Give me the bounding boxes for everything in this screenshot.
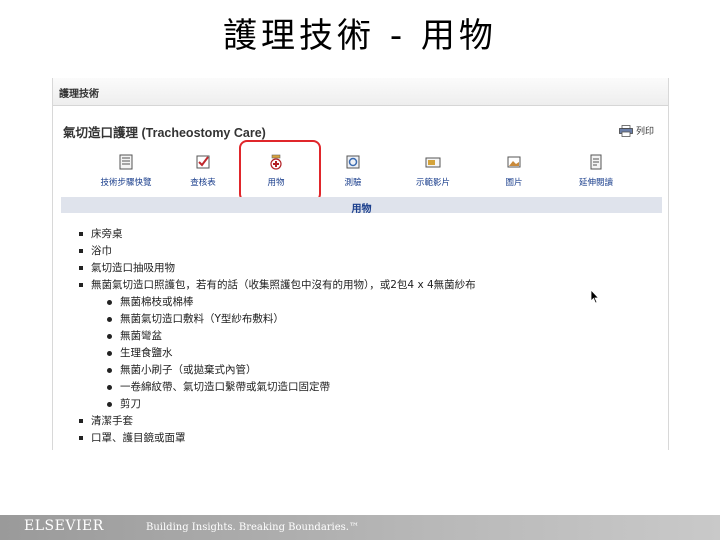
bullet-icon [79, 419, 83, 423]
sub-list-item: 生理食鹽水 [107, 345, 173, 360]
sub-list-item: 剪刀 [107, 396, 141, 411]
image-icon [507, 156, 521, 168]
list-item: 浴巾 [79, 243, 112, 258]
bullet-icon [79, 283, 83, 287]
tool-reading-label: 延伸閱讀 [578, 178, 613, 188]
footer-bar: ELSEVIER Building Insights. Breaking Bou… [0, 515, 720, 540]
bullet-icon [107, 367, 112, 373]
bullet-icon [79, 232, 83, 236]
tool-steps-label: 技術步驟快覽 [100, 178, 152, 188]
tool-reading[interactable]: 延伸閱讀 [561, 154, 631, 194]
bullet-icon [107, 333, 112, 339]
list-item: 清潔手套 [79, 413, 133, 428]
bullet-icon [107, 384, 112, 390]
list-item: 床旁桌 [79, 226, 123, 241]
video-icon [425, 157, 441, 168]
bullet-icon [107, 299, 112, 305]
article-title: 氣切造口護理 (Tracheostomy Care) [63, 126, 266, 140]
publisher-logo: ELSEVIER [24, 518, 104, 534]
tool-test-label: 測驗 [344, 178, 362, 188]
toolbar: 技術步驟快覽 查核表 用物 測驗 示範影片 圖片 延伸閱讀 [73, 154, 653, 194]
sub-list-item: 無菌棉枝或棉棒 [107, 294, 194, 309]
list-item: 口罩、護目鏡或面罩 [79, 430, 186, 445]
bullet-icon [79, 249, 83, 253]
tool-checklist[interactable]: 查核表 [168, 154, 238, 194]
tool-images-label: 圖片 [505, 178, 523, 188]
window-title-bar: 護理技術 [53, 78, 668, 106]
reading-icon [590, 154, 602, 170]
sub-list-item: 一卷綿紋帶、氣切造口繫帶或氣切造口固定帶 [107, 379, 330, 394]
bullet-icon [107, 350, 112, 356]
tool-video[interactable]: 示範影片 [398, 154, 468, 194]
test-icon [346, 155, 360, 169]
tool-supplies[interactable]: 用物 [241, 154, 311, 194]
bullet-icon [79, 266, 83, 270]
list-item: 氣切造口抽吸用物 [79, 260, 175, 275]
bullet-icon [79, 436, 83, 440]
checklist-icon [196, 155, 210, 169]
tool-supplies-label: 用物 [267, 178, 285, 188]
footer-tagline: Building Insights. Breaking Boundaries.™ [146, 522, 359, 533]
slide-title: 護理技術 - 用物 [223, 16, 497, 56]
printer-icon [619, 124, 633, 137]
supplies-icon [270, 154, 282, 170]
sub-list-item: 無菌彎盆 [107, 328, 162, 343]
bullet-icon [107, 316, 112, 322]
print-button[interactable]: 列印 [619, 124, 654, 137]
sub-list-item: 無菌小刷子（或拋棄式內管） [107, 362, 257, 377]
section-header: 用物 [61, 197, 662, 215]
app-window: 護理技術 氣切造口護理 (Tracheostomy Care) 列印 技術步驟快… [52, 78, 669, 450]
list-item: 無菌氣切造口照護包，若有的話（收集照護包中沒有的用物），或2包4 x 4無菌紗布 [79, 277, 476, 292]
steps-icon [119, 154, 133, 170]
tool-video-label: 示範影片 [415, 178, 450, 188]
bullet-icon [107, 401, 112, 407]
tool-test[interactable]: 測驗 [318, 154, 388, 194]
tool-steps[interactable]: 技術步驟快覽 [91, 154, 161, 194]
mouse-cursor-icon [590, 289, 600, 304]
sub-list-item: 無菌氣切造口敷料（Y型紗布敷料） [107, 311, 284, 326]
window-title: 護理技術 [59, 89, 99, 100]
section-header-label: 用物 [351, 204, 372, 215]
print-label: 列印 [635, 127, 654, 137]
tool-checklist-label: 查核表 [190, 178, 216, 188]
tool-images[interactable]: 圖片 [479, 154, 549, 194]
